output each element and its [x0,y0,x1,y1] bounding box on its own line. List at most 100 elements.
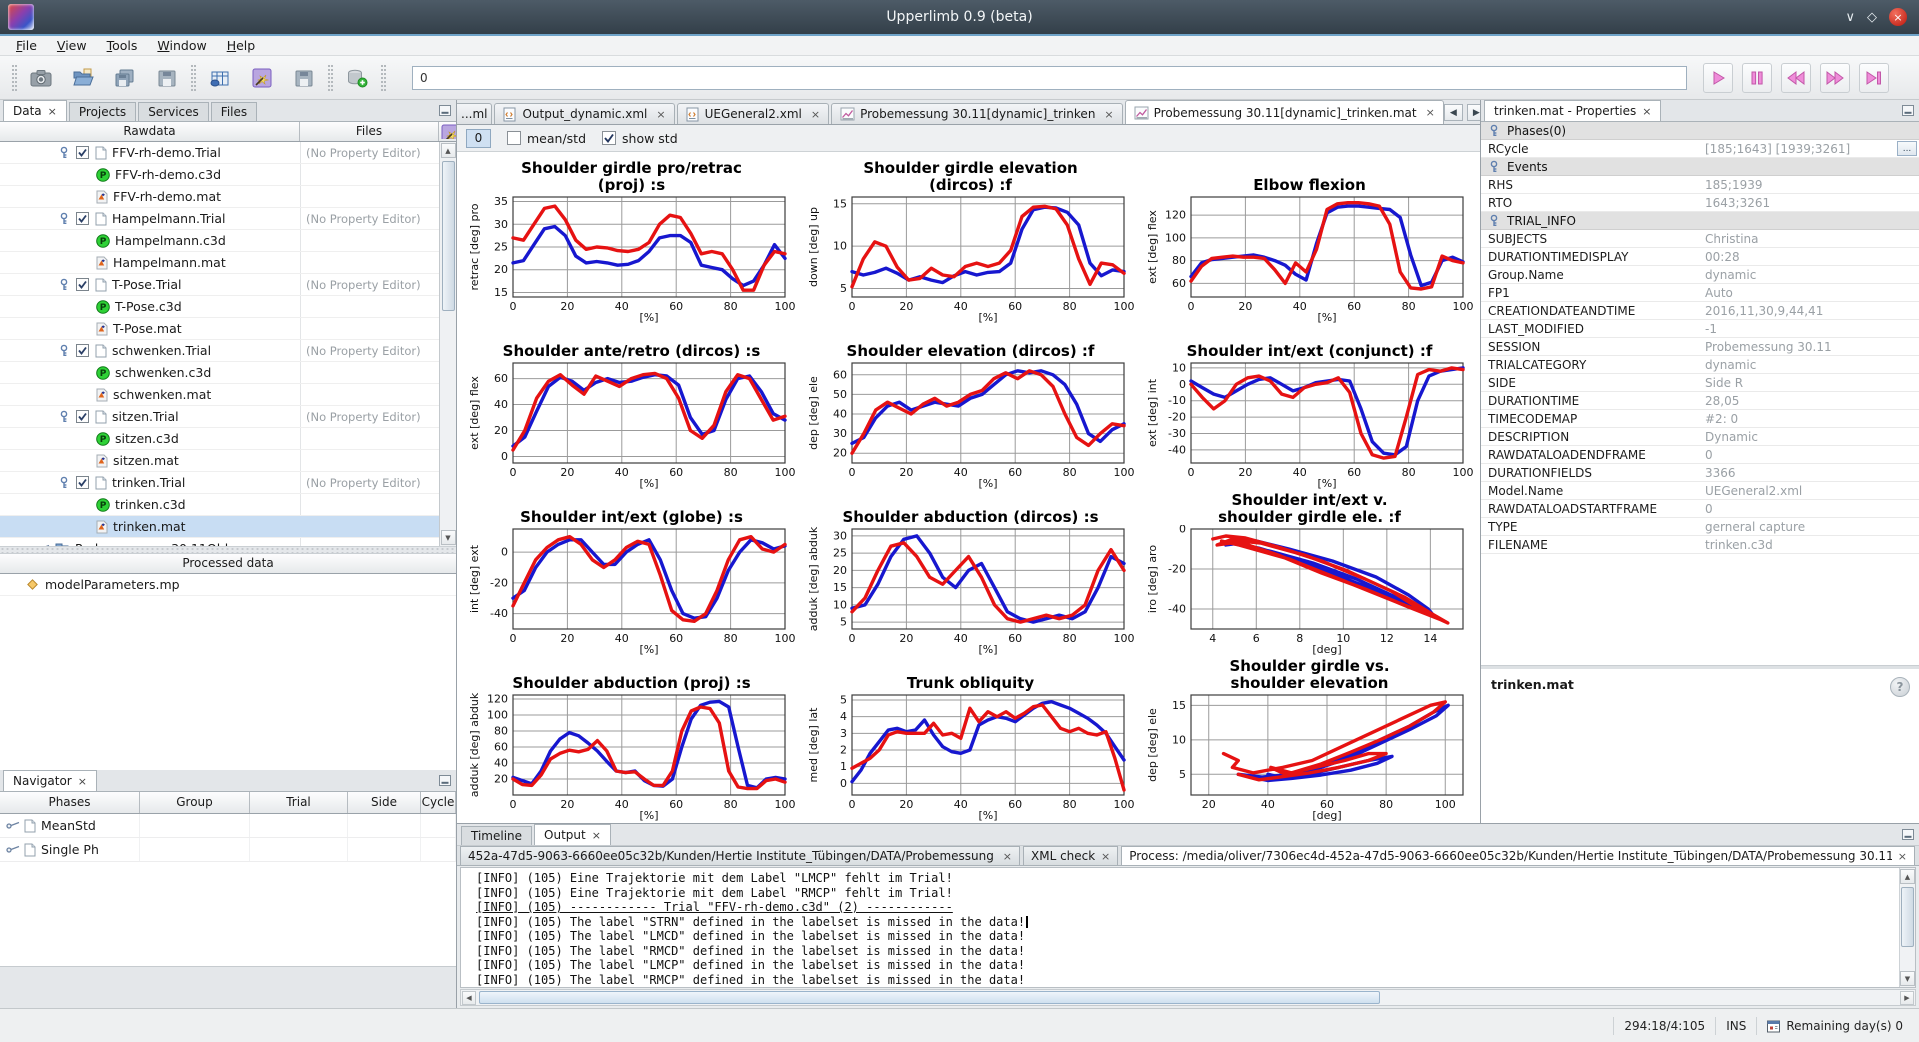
checkbox-mean-std[interactable]: mean/std [507,131,586,146]
scrollbar-thumb[interactable] [479,991,1380,1004]
save-button[interactable] [288,62,320,94]
property-group-trial-info[interactable]: TRIAL_INFO [1481,212,1919,230]
tree-row-sitzen-c3d[interactable]: Psitzen.c3d [0,428,439,450]
editor-tab-ml[interactable]: ...ml [457,103,492,124]
output-tab-3[interactable]: Process: /media/oliver/7306ec4d-452a-47d… [1121,846,1915,865]
tree-row-ffv-rh-demo-c3d[interactable]: PFFV-rh-demo.c3d [0,164,439,186]
editor-tab-probemessung-30-11-dynamic-trinken-mat[interactable]: Probemessung 30.11[dynamic]_trinken.mat× [1125,100,1444,124]
tree-row-sitzen-mat[interactable]: sitzen.mat [0,450,439,472]
tree-row-trinken-mat[interactable]: trinken.mat [0,516,439,538]
phase-index-field[interactable]: 0 [466,129,491,148]
property-filename[interactable]: FILENAMEtrinken.c3d [1481,536,1919,554]
editor-tab-output-dynamic-xml[interactable]: Output_dynamic.xml× [494,103,674,124]
diamond-icon[interactable]: ◇ [1867,11,1877,24]
tab-timeline[interactable]: Timeline [461,826,532,845]
play-button[interactable] [1703,63,1733,93]
property-timecodemap[interactable]: TIMECODEMAP#2: 0 [1481,410,1919,428]
navigator-column-side[interactable]: Side [348,792,421,813]
close-icon[interactable]: × [592,829,601,842]
navigator-column-phases[interactable]: Phases [0,792,140,813]
tab-data[interactable]: Data× [3,100,67,121]
log-horizontal-scrollbar[interactable]: ◀ ▶ [460,989,1916,1006]
tree-row-ffv-rh-demo-trial[interactable]: FFV-rh-demo.Trial(No Property Editor) [0,142,439,164]
editor-tab-uegeneral2-xml[interactable]: UEGeneral2.xml× [677,103,829,124]
tree-row-hampelmann-c3d[interactable]: PHampelmann.c3d [0,230,439,252]
property-group-events[interactable]: Events [1481,158,1919,176]
checkbox-show-std[interactable]: show std [602,131,678,146]
navigator-column-group[interactable]: Group [140,792,250,813]
tree-row-trinken-trial[interactable]: trinken.Trial(No Property Editor) [0,472,439,494]
tab-files[interactable]: Files [211,102,257,121]
rawdata-column-header[interactable]: Rawdata [0,122,300,141]
close-icon[interactable]: × [1101,850,1110,863]
property-durationfields[interactable]: DURATIONFIELDS3366 [1481,464,1919,482]
tree-row-schwenken-mat[interactable]: schwenken.mat [0,384,439,406]
menu-file[interactable]: File [8,37,45,54]
scroll-left-icon[interactable]: ◀ [462,991,476,1005]
tree-row-sitzen-trial[interactable]: sitzen.Trial(No Property Editor) [0,406,439,428]
property-trialcategory[interactable]: TRIALCATEGORYdynamic [1481,356,1919,374]
save-button[interactable] [151,62,183,94]
close-icon[interactable]: × [1898,850,1907,863]
tree-row-t-pose-mat[interactable]: T-Pose.mat [0,318,439,340]
tree-row-t-pose-trial[interactable]: T-Pose.Trial(No Property Editor) [0,274,439,296]
property-rhs[interactable]: RHS185;1939 [1481,176,1919,194]
files-column-header[interactable]: Files [300,122,438,141]
property-last-modified[interactable]: LAST_MODIFIED-1 [1481,320,1919,338]
minimize-icon[interactable] [1902,829,1914,843]
tree-row-schwenken-trial[interactable]: schwenken.Trial(No Property Editor) [0,340,439,362]
property-model-name[interactable]: Model.NameUEGeneral2.xml [1481,482,1919,500]
tree-row-hampelmann-trial[interactable]: Hampelmann.Trial(No Property Editor) [0,208,439,230]
tree-row-probemessung-30-11old[interactable]: Probemessung 30.11Old [0,538,439,546]
log-vertical-scrollbar[interactable]: ▲ ▼ [1899,868,1915,987]
close-icon[interactable]: × [1104,108,1113,121]
pause-button[interactable] [1742,63,1772,93]
close-icon[interactable]: × [1003,850,1012,863]
tree-row-t-pose-c3d[interactable]: PT-Pose.c3d [0,296,439,318]
tab-services[interactable]: Services [138,102,209,121]
scrollbar-thumb[interactable] [442,161,455,311]
tab-scroll-left-icon[interactable]: ◀ [1444,104,1463,121]
navigator-column-cycle[interactable]: Cycle [421,792,456,813]
navigator-column-trial[interactable]: Trial [250,792,348,813]
property-description[interactable]: DESCRIPTIONDynamic [1481,428,1919,446]
tab-scroll-right-icon[interactable]: ▶ [1467,104,1480,121]
close-icon[interactable]: × [1889,8,1907,26]
table-button[interactable] [204,62,236,94]
menu-help[interactable]: Help [219,37,264,54]
scroll-down-icon[interactable]: ▼ [1900,971,1915,986]
property-subjects[interactable]: SUBJECTSChristina [1481,230,1919,248]
processed-item[interactable]: modelParameters.mp [0,574,456,596]
property-rawdataloadendframe[interactable]: RAWDATALOADENDFRAME0 [1481,446,1919,464]
tree-row-trinken-c3d[interactable]: Ptrinken.c3d [0,494,439,516]
chevron-down-icon[interactable]: ∨ [1845,11,1855,24]
tab-navigator[interactable]: Navigator× [3,770,97,791]
scroll-up-icon[interactable]: ▲ [441,143,456,158]
toolbar-grip[interactable] [381,65,386,91]
property-type[interactable]: TYPEgerneral capture [1481,518,1919,536]
property-durationtimedisplay[interactable]: DURATIONTIMEDISPLAY00:28 [1481,248,1919,266]
db-add-button[interactable] [341,62,373,94]
property-durationtime[interactable]: DURATIONTIME28,05 [1481,392,1919,410]
camera-button[interactable] [25,62,57,94]
frame-input[interactable]: 0 [412,66,1687,90]
property-creationdateandtime[interactable]: CREATIONDATEANDTIME2016,11,30,9,44,41 [1481,302,1919,320]
ellipsis-button[interactable]: ... [1897,141,1917,156]
log-output[interactable]: [INFO] (105) Eine Trajektorie mit dem La… [461,868,1899,987]
tree-row-ffv-rh-demo-mat[interactable]: FFV-rh-demo.mat [0,186,439,208]
save-all-button[interactable] [109,62,141,94]
property-rawdataloadstartframe[interactable]: RAWDATALOADSTARTFRAME0 [1481,500,1919,518]
property-rto[interactable]: RTO1643;3261 [1481,194,1919,212]
menu-tools[interactable]: Tools [99,37,146,54]
property-group-name[interactable]: Group.Namedynamic [1481,266,1919,284]
tree-row-schwenken-c3d[interactable]: Pschwenken.c3d [0,362,439,384]
checkbox-box[interactable] [602,131,616,145]
minimize-icon[interactable] [1902,105,1914,119]
panel-splitter[interactable] [0,546,456,554]
tree-scrollbar[interactable]: ▲ ▼ [439,142,456,546]
scrollbar-thumb[interactable] [1901,887,1914,947]
close-icon[interactable]: × [48,105,57,118]
close-icon[interactable]: × [811,108,820,121]
scroll-right-icon[interactable]: ▶ [1900,991,1914,1005]
property-side[interactable]: SIDESide R [1481,374,1919,392]
